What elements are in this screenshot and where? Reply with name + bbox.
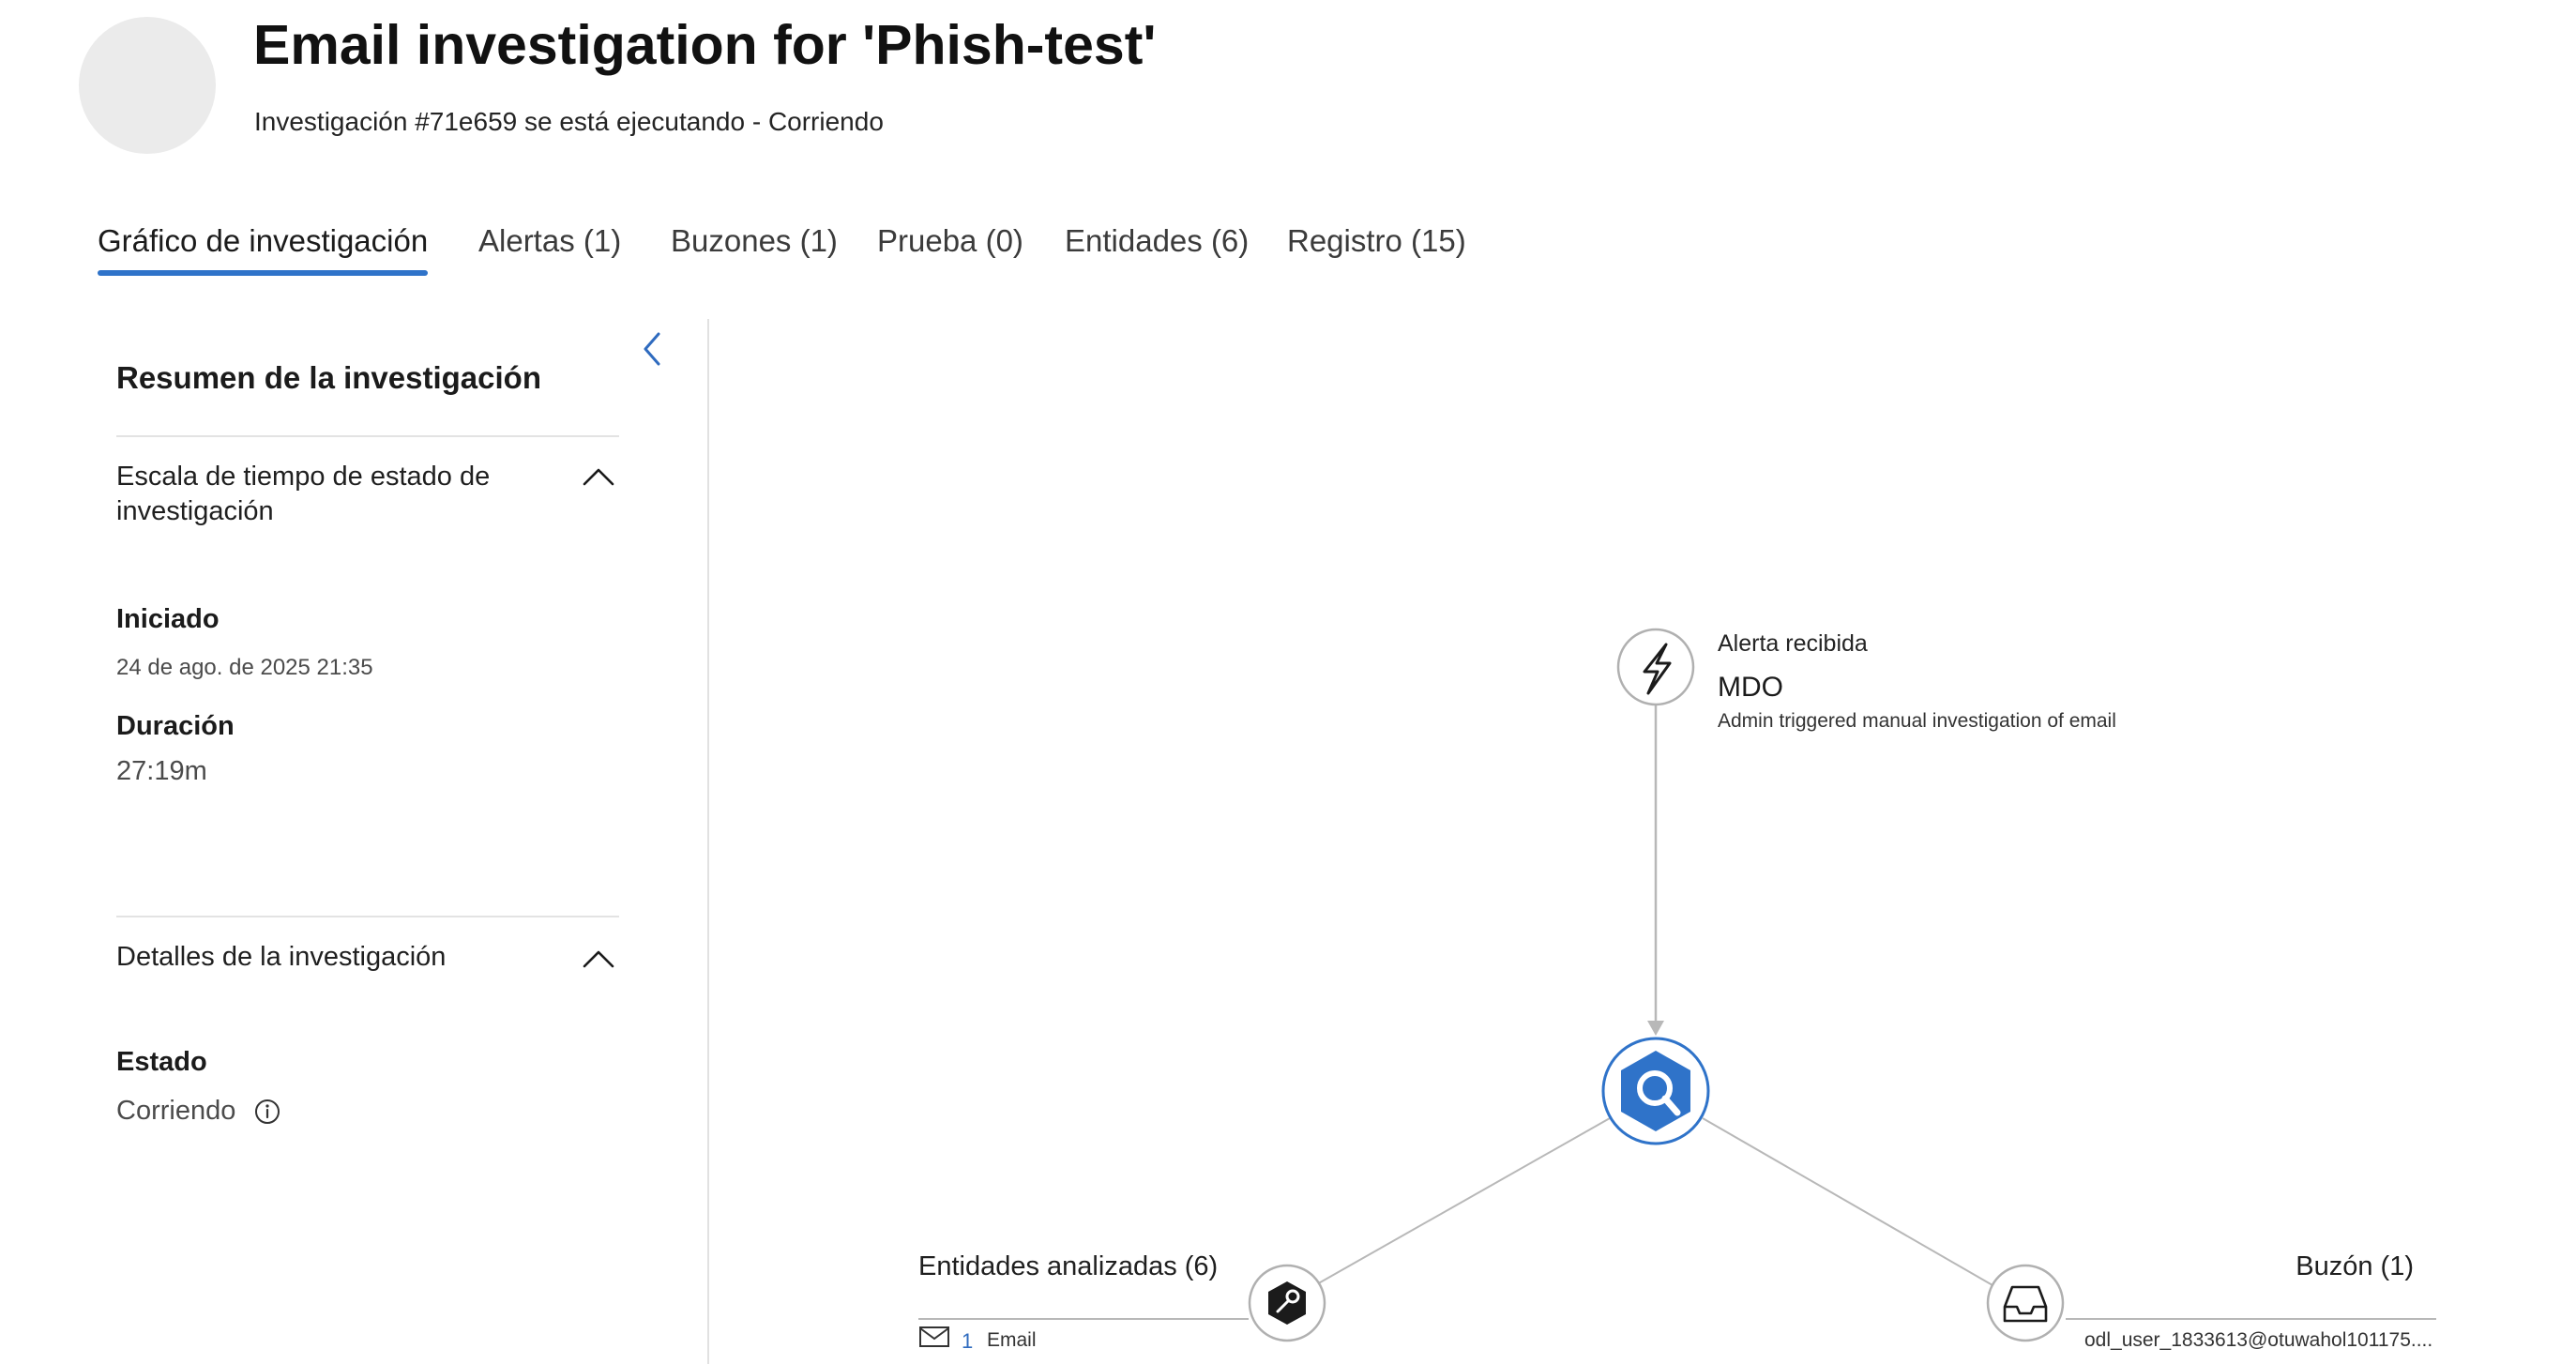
section-divider <box>116 435 619 437</box>
email-entity-count[interactable]: 1 <box>962 1329 973 1354</box>
mailbox-label[interactable]: Buzón (1) <box>2296 1251 2414 1282</box>
investigation-summary-panel: Resumen de la investigación Escala de ti… <box>116 319 623 1364</box>
edge-investigation-to-entities <box>1314 1117 1611 1286</box>
edge-investigation-to-mailbox <box>1702 1117 1993 1286</box>
mail-icon <box>919 1326 949 1347</box>
started-label: Iniciado <box>116 604 220 634</box>
mailbox-address[interactable]: odl_user_1833613@otuwahol101175.... <box>2084 1329 2432 1352</box>
section-divider <box>116 916 619 917</box>
duration-value: 27:19m <box>116 756 207 786</box>
entities-analyzed-label[interactable]: Entidades analizadas (6) <box>918 1251 1218 1282</box>
collapse-panel-button[interactable] <box>634 328 672 370</box>
started-value: 24 de ago. de 2025 21:35 <box>116 655 373 680</box>
panel-divider <box>707 319 709 1364</box>
chevron-up-icon[interactable] <box>582 465 615 488</box>
info-icon[interactable] <box>254 1099 280 1125</box>
alert-description: Admin triggered manual investigation of … <box>1718 710 2116 732</box>
chevron-up-icon[interactable] <box>582 947 615 970</box>
tab-mailboxes[interactable]: Buzones (1) <box>671 223 838 276</box>
alert-kind-label: Alerta recibida <box>1718 630 1868 657</box>
investigation-center-node[interactable] <box>1601 1037 1710 1145</box>
alert-node[interactable] <box>1616 628 1695 706</box>
chevron-left-icon <box>644 332 660 366</box>
alert-source: MDO <box>1718 672 1783 703</box>
entities-node[interactable] <box>1248 1264 1326 1342</box>
status-text: Corriendo <box>116 1096 236 1126</box>
tab-entities[interactable]: Entidades (6) <box>1065 223 1249 276</box>
arrow-head <box>1647 1021 1664 1036</box>
avatar <box>79 17 216 154</box>
tab-investigation-graph[interactable]: Gráfico de investigación <box>98 223 429 276</box>
page-title: Email investigation for 'Phish-test' <box>253 14 1157 76</box>
summary-title: Resumen de la investigación <box>116 360 541 395</box>
duration-label: Duración <box>116 711 235 741</box>
email-entity-type: Email <box>987 1329 1037 1351</box>
mailbox-node[interactable] <box>1986 1264 2065 1342</box>
status-label: Estado <box>116 1047 207 1077</box>
details-section-header[interactable]: Detalles de la investigación <box>116 940 529 975</box>
timeline-section-header[interactable]: Escala de tiempo de estado de investigac… <box>116 460 529 529</box>
status-value: Corriendo <box>116 1096 280 1127</box>
tab-log[interactable]: Registro (15) <box>1287 223 1466 276</box>
tab-evidence[interactable]: Prueba (0) <box>877 223 1023 276</box>
investigation-status-text: Investigación #71e659 se está ejecutando… <box>254 107 884 136</box>
tab-alerts[interactable]: Alertas (1) <box>478 223 621 276</box>
